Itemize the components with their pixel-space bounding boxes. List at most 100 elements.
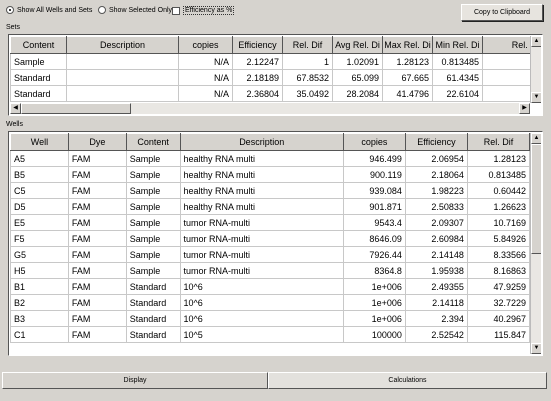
wells-column-header[interactable]: Content: [125, 133, 181, 151]
sets-table-cell[interactable]: 61.4345: [432, 69, 483, 86]
sets-vertical-scrollbar[interactable]: ▲ ▼: [530, 36, 541, 103]
sets-table-cell[interactable]: 1.02091: [332, 53, 383, 70]
wells-table-cell[interactable]: H5: [10, 262, 69, 279]
sets-column-header[interactable]: Content: [10, 36, 67, 54]
wells-table-cell[interactable]: 1.95938: [404, 262, 468, 279]
wells-table-cell[interactable]: FAM: [67, 278, 127, 295]
wells-table-cell[interactable]: Standard: [125, 278, 181, 295]
wells-table-row[interactable]: C1 FAM Standard 10^5 100000 2.52542 115.847: [10, 326, 531, 343]
wells-table-cell[interactable]: 5.84926: [466, 230, 531, 247]
wells-table-cell[interactable]: Standard: [125, 294, 181, 311]
sets-table-cell[interactable]: 1: [282, 53, 333, 70]
wells-column-header[interactable]: Well: [10, 133, 69, 151]
wells-table-cell[interactable]: 10.7169: [466, 214, 531, 231]
wells-table-cell[interactable]: E5: [10, 214, 69, 231]
sets-table-cell[interactable]: Standard: [10, 69, 67, 86]
wells-table-cell[interactable]: tumor RNA-multi: [179, 246, 344, 263]
wells-vscroll-thumb[interactable]: [531, 144, 541, 254]
wells-table-cell[interactable]: 10^6: [179, 278, 344, 295]
sets-table-cell[interactable]: N/A: [178, 69, 233, 86]
wells-table-cell[interactable]: 2.52542: [404, 326, 468, 343]
sets-table-cell[interactable]: 28.2084: [332, 85, 383, 102]
sets-table-cell[interactable]: 1.28123: [382, 53, 433, 70]
wells-vertical-scrollbar[interactable]: ▲ ▼: [530, 133, 541, 354]
scroll-down-arrow-icon[interactable]: ▼: [531, 92, 541, 103]
wells-column-header[interactable]: Efficiency: [404, 133, 468, 151]
sets-table-cell[interactable]: 65.099: [332, 69, 383, 86]
sets-column-header[interactable]: Max Rel. Di: [382, 36, 433, 54]
wells-table-cell[interactable]: G5: [10, 246, 69, 263]
wells-table-cell[interactable]: tumor RNA-multi: [179, 230, 344, 247]
sets-column-header[interactable]: Avg Rel. Di: [332, 36, 383, 54]
wells-table-row[interactable]: C5 FAM Sample healthy RNA multi 939.084 1.982…: [10, 182, 531, 199]
wells-table-cell[interactable]: 2.49355: [404, 278, 468, 295]
wells-table-cell[interactable]: 1e+006: [342, 278, 406, 295]
sets-table-cell[interactable]: 67.665: [382, 69, 433, 86]
wells-table-cell[interactable]: 2.394: [404, 310, 468, 327]
sets-table-row[interactable]: SampleN/A2.1224711.020911.281230.8134851…: [10, 53, 541, 70]
scroll-up-arrow-icon[interactable]: ▲: [531, 36, 541, 47]
wells-table-cell[interactable]: tumor RNA-multi: [179, 214, 344, 231]
wells-table-cell[interactable]: 2.60984: [404, 230, 468, 247]
wells-table-row[interactable]: G5 FAM Sample tumor RNA-multi 7926.44 2.14148…: [10, 246, 531, 263]
wells-table-row[interactable]: F5 FAM Sample tumor RNA-multi 8646.09 2.60984…: [10, 230, 531, 247]
sets-table-cell[interactable]: N/A: [178, 53, 233, 70]
wells-table-cell[interactable]: 8646.09: [342, 230, 406, 247]
efficiency-percent-checkbox[interactable]: Efficiency as %: [172, 6, 235, 15]
wells-table-cell[interactable]: 939.084: [342, 182, 406, 199]
wells-table-cell[interactable]: 1.98223: [404, 182, 468, 199]
wells-table-cell[interactable]: Sample: [125, 166, 181, 183]
wells-table-cell[interactable]: FAM: [67, 294, 127, 311]
sets-table-cell[interactable]: [66, 69, 179, 86]
wells-table-cell[interactable]: Standard: [125, 310, 181, 327]
wells-table-cell[interactable]: B2: [10, 294, 69, 311]
wells-table-cell[interactable]: Sample: [125, 182, 181, 199]
wells-table-cell[interactable]: FAM: [67, 198, 127, 215]
tab-calculations[interactable]: Calculations: [268, 372, 547, 389]
wells-table-cell[interactable]: B1: [10, 278, 69, 295]
tab-display[interactable]: Display: [2, 372, 268, 389]
wells-table-cell[interactable]: tumor RNA-multi: [179, 262, 344, 279]
show-all-wells-radio[interactable]: Show All Wells and Sets: [6, 6, 92, 14]
sets-table-cell[interactable]: 22.6104: [432, 85, 483, 102]
sets-table-cell[interactable]: [66, 85, 179, 102]
wells-table-cell[interactable]: 40.2967: [466, 310, 531, 327]
wells-table-cell[interactable]: 9543.4: [342, 214, 406, 231]
wells-table-row[interactable]: B1 FAM Standard 10^6 1e+006 2.49355 47.9259: [10, 278, 531, 295]
wells-table-cell[interactable]: Standard: [125, 326, 181, 343]
sets-column-header[interactable]: Description: [66, 36, 179, 54]
scroll-up-arrow-icon[interactable]: ▲: [531, 133, 541, 144]
scroll-down-arrow-icon[interactable]: ▼: [531, 343, 541, 354]
sets-table-cell[interactable]: 0.813485: [432, 53, 483, 70]
sets-table-cell[interactable]: N/A: [178, 85, 233, 102]
wells-table-row[interactable]: D5 FAM Sample healthy RNA multi 901.871 2.508…: [10, 198, 531, 215]
wells-table-row[interactable]: B5 FAM Sample healthy RNA multi 900.119 2.180…: [10, 166, 531, 183]
wells-table-cell[interactable]: FAM: [67, 182, 127, 199]
wells-column-header[interactable]: Description: [179, 133, 344, 151]
wells-table-cell[interactable]: Sample: [125, 214, 181, 231]
sets-table-row[interactable]: Standard N/A 2.36804 35.0492 28.2084 41.4796 2…: [10, 85, 541, 102]
wells-table-cell[interactable]: FAM: [67, 214, 127, 231]
wells-table-cell[interactable]: 100000: [342, 326, 406, 343]
wells-table-cell[interactable]: A5: [10, 150, 69, 167]
wells-table-cell[interactable]: 2.50833: [404, 198, 468, 215]
sets-table-cell[interactable]: Standard: [10, 85, 67, 102]
wells-table-row[interactable]: E5 FAM Sample tumor RNA-multi 9543.4 2.09307 1…: [10, 214, 531, 231]
wells-column-header[interactable]: Rel. Dif: [466, 133, 531, 151]
sets-column-header[interactable]: Rel. Dif: [282, 36, 333, 54]
wells-table-row[interactable]: B3 FAM Standard 10^6 1e+006 2.394 40.2967: [10, 310, 531, 327]
sets-table-row[interactable]: Standard N/A 2.18189 67.8532 65.099 67.665 61.…: [10, 69, 541, 86]
wells-table-cell[interactable]: FAM: [67, 230, 127, 247]
sets-table-cell[interactable]: 35.0492: [282, 85, 333, 102]
sets-table-cell[interactable]: 41.4796: [382, 85, 433, 102]
sets-hscroll-thumb[interactable]: [21, 103, 131, 114]
copy-to-clipboard-button[interactable]: Copy to Clipboard: [461, 4, 543, 21]
wells-table-cell[interactable]: 8364.8: [342, 262, 406, 279]
wells-table-cell[interactable]: F5: [10, 230, 69, 247]
wells-table-cell[interactable]: 8.33566: [466, 246, 531, 263]
wells-table-cell[interactable]: 10^6: [179, 310, 344, 327]
wells-table-cell[interactable]: 2.14118: [404, 294, 468, 311]
wells-table-cell[interactable]: 10^6: [179, 294, 344, 311]
sets-table-cell[interactable]: Sample: [10, 53, 67, 70]
wells-table-cell[interactable]: 1e+006: [342, 310, 406, 327]
